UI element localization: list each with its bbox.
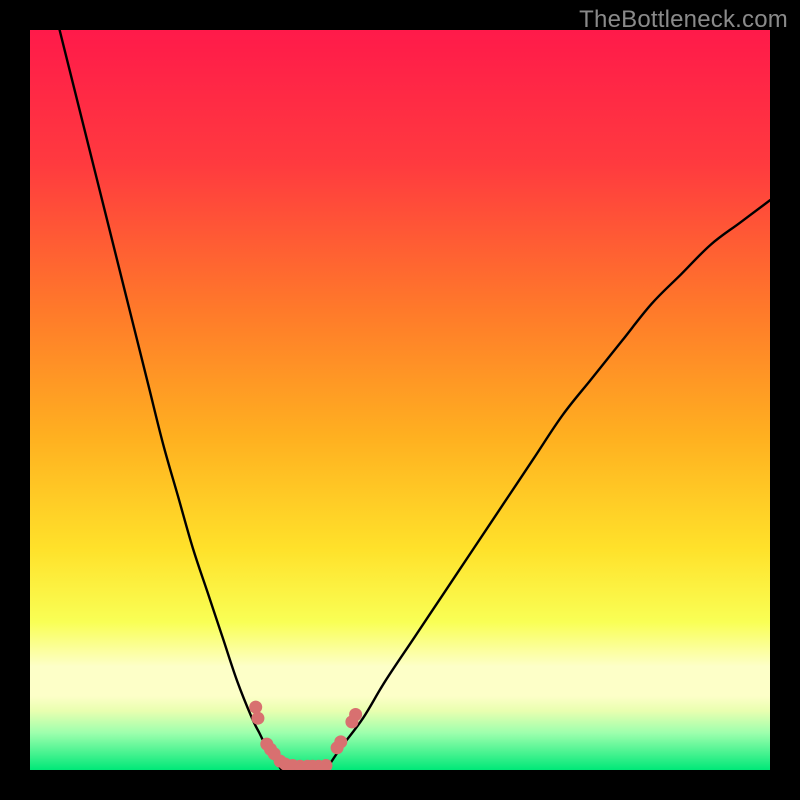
chart-frame: TheBottleneck.com	[0, 0, 800, 800]
chart-plot-area	[30, 30, 770, 770]
data-marker	[249, 701, 262, 714]
chart-svg	[30, 30, 770, 770]
data-marker	[251, 712, 264, 725]
data-marker	[334, 735, 347, 748]
data-marker	[349, 708, 362, 721]
